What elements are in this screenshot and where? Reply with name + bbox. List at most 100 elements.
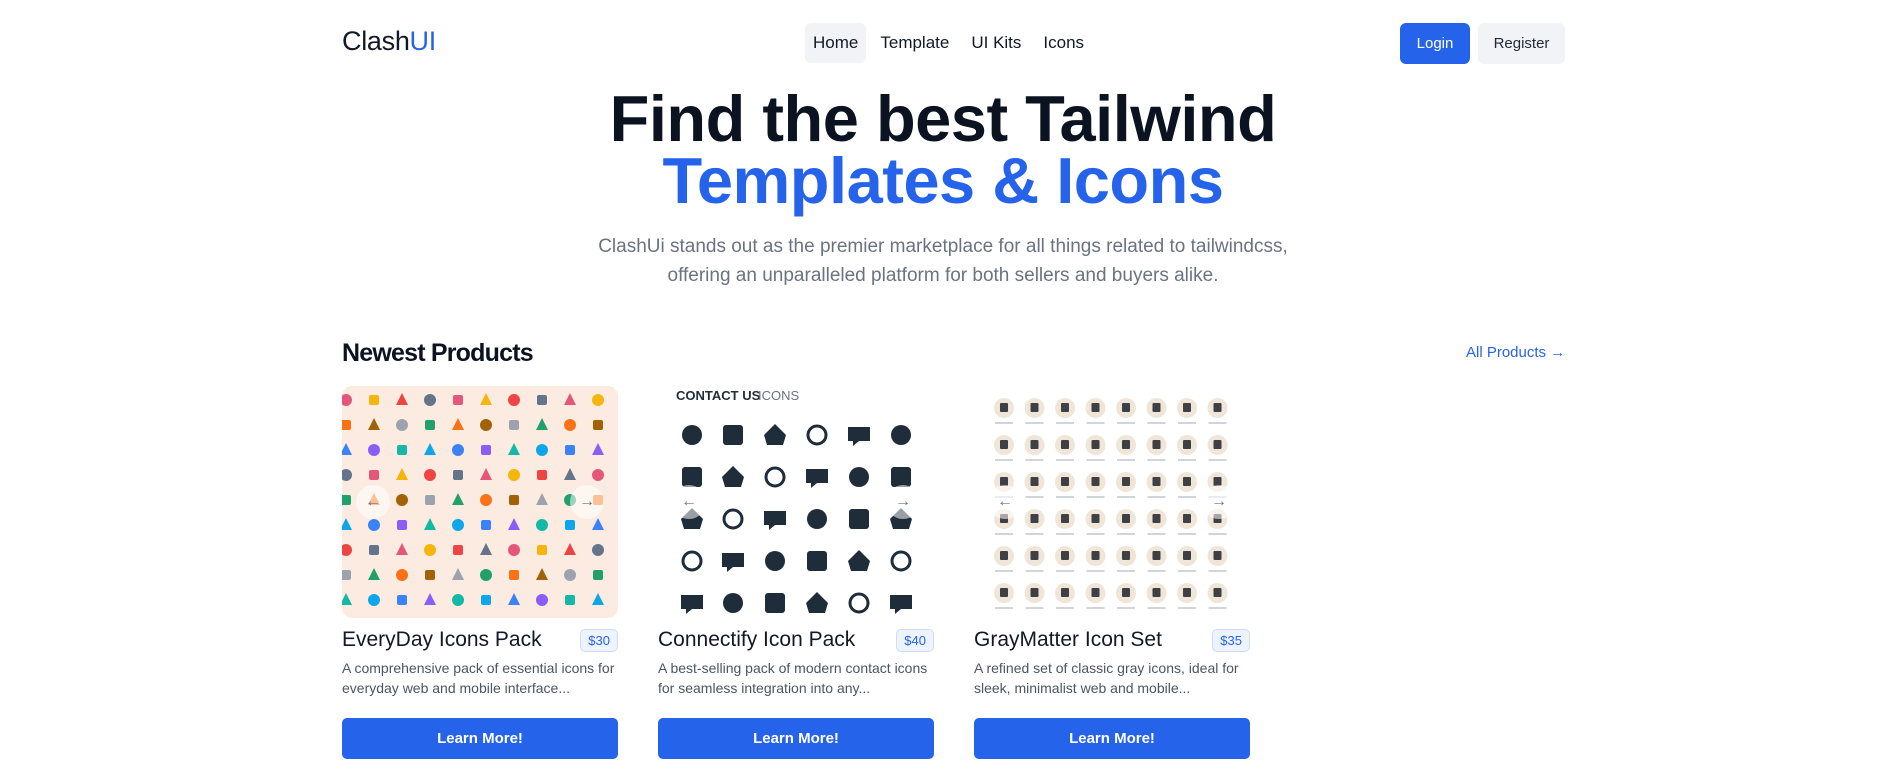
all-products-link[interactable]: All Products → xyxy=(1466,344,1565,361)
mini-icon xyxy=(424,469,436,481)
nav-home[interactable]: Home xyxy=(805,23,867,63)
arrow-right-icon: → xyxy=(1211,493,1227,510)
gray-icon-caption xyxy=(1147,496,1166,498)
mini-icon xyxy=(342,420,351,430)
product-name[interactable]: EveryDay Icons Pack xyxy=(342,628,542,652)
carousel-prev-button[interactable]: ← xyxy=(672,485,706,519)
gray-icon-glyph xyxy=(1030,403,1039,412)
product-thumbnail[interactable]: ← → xyxy=(342,386,618,618)
gray-icon-glyph xyxy=(1122,477,1130,486)
product-thumbnail[interactable]: CONTACT US ICONS ← → xyxy=(658,386,934,618)
carousel-prev-button[interactable]: ← xyxy=(988,485,1022,519)
mini-icon xyxy=(508,469,520,481)
arrow-right-icon: → xyxy=(895,493,911,510)
gray-icon-caption xyxy=(1208,422,1227,424)
learn-more-button[interactable]: Learn More! xyxy=(658,718,934,759)
nav-template[interactable]: Template xyxy=(872,23,957,63)
gray-icon-caption xyxy=(1208,607,1227,609)
register-button[interactable]: Register xyxy=(1478,23,1565,64)
gray-icon-glyph xyxy=(1152,514,1161,523)
product-thumbnail[interactable]: ← → xyxy=(974,386,1250,618)
gray-icon-caption xyxy=(1056,459,1074,461)
gray-icon-caption xyxy=(995,459,1013,461)
gray-icon-glyph xyxy=(1183,588,1191,597)
gray-icon-caption xyxy=(1025,422,1044,424)
mini-icon xyxy=(481,595,491,605)
gray-icon-caption xyxy=(1178,533,1196,535)
carousel-prev-button[interactable]: ← xyxy=(356,485,390,519)
learn-more-button[interactable]: Learn More! xyxy=(342,718,618,759)
carousel-next-button[interactable]: → xyxy=(570,485,604,519)
nav-ui-kits[interactable]: UI Kits xyxy=(963,23,1029,63)
mini-icon xyxy=(537,470,547,480)
mini-icon xyxy=(369,545,379,555)
carousel-next-button[interactable]: → xyxy=(886,485,920,519)
mini-icon xyxy=(480,419,492,431)
mini-icon xyxy=(368,519,380,531)
contact-icon xyxy=(849,467,869,487)
gray-icon-glyph xyxy=(1030,440,1039,449)
gray-icon-caption xyxy=(1147,533,1166,535)
learn-more-button[interactable]: Learn More! xyxy=(974,718,1250,759)
logo[interactable]: ClashUI xyxy=(342,26,436,57)
contact-icon xyxy=(765,593,785,613)
product-name[interactable]: Connectify Icon Pack xyxy=(658,628,855,652)
login-button[interactable]: Login xyxy=(1400,23,1470,64)
carousel-next-button[interactable]: → xyxy=(1202,485,1236,519)
mini-icon xyxy=(424,544,436,556)
gray-icon-glyph xyxy=(1122,514,1130,523)
arrow-right-icon: → xyxy=(579,493,595,510)
gray-icon-caption xyxy=(1147,422,1166,424)
product-description: A comprehensive pack of essential icons … xyxy=(342,660,615,696)
gray-icon-glyph xyxy=(1213,551,1222,560)
nav-icons[interactable]: Icons xyxy=(1035,23,1092,63)
main-nav: Home Template UI Kits Icons xyxy=(805,23,1092,63)
mini-icon xyxy=(396,494,408,506)
mini-icon xyxy=(480,569,492,581)
gray-icon-caption xyxy=(1147,570,1166,572)
contact-icon xyxy=(723,425,743,445)
gray-icon-caption xyxy=(995,607,1013,609)
mini-icon xyxy=(368,594,380,606)
gray-icon-glyph xyxy=(1061,514,1069,523)
hero: Find the best Tailwind Templates & Icons… xyxy=(0,86,1886,290)
gray-icon-caption xyxy=(1056,570,1074,572)
mini-icon xyxy=(397,520,407,530)
gray-icon-caption xyxy=(1056,533,1074,535)
mini-icon xyxy=(342,495,351,505)
gray-icon-glyph xyxy=(1091,440,1100,449)
mini-icon xyxy=(565,520,575,530)
gray-icon-glyph xyxy=(1213,403,1222,412)
contact-icon xyxy=(849,509,869,529)
contact-icon xyxy=(807,509,827,529)
gray-icon-caption xyxy=(1086,533,1105,535)
mini-icon xyxy=(564,419,576,431)
gray-icon-caption xyxy=(1117,533,1135,535)
mini-icon xyxy=(509,495,519,505)
gray-icon-caption xyxy=(1117,570,1135,572)
product-name[interactable]: GrayMatter Icon Set xyxy=(974,628,1162,652)
gray-icon-glyph xyxy=(1183,440,1191,449)
gray-icon-caption xyxy=(1086,496,1105,498)
mini-icon xyxy=(453,395,463,405)
section-title: Newest Products xyxy=(342,339,534,367)
mini-icon xyxy=(453,545,463,555)
gray-icon-caption xyxy=(1208,570,1227,572)
gray-icon-caption xyxy=(1147,459,1166,461)
gray-icon-glyph xyxy=(1000,588,1008,597)
gray-icon-glyph xyxy=(1183,477,1191,486)
contact-icon xyxy=(682,425,702,445)
gray-icon-glyph xyxy=(1183,551,1191,560)
gray-icon-caption xyxy=(995,533,1013,535)
mini-icon xyxy=(481,520,491,530)
gray-icon-glyph xyxy=(1061,551,1069,560)
price-badge: $35 xyxy=(1212,628,1250,652)
mini-icon xyxy=(509,420,519,430)
product-title-row: EveryDay Icons Pack $30 xyxy=(342,628,618,652)
gray-icon-glyph xyxy=(1122,440,1130,449)
gray-icon-caption xyxy=(1117,607,1135,609)
mini-icon xyxy=(593,420,603,430)
mini-icon xyxy=(397,595,407,605)
mini-icon xyxy=(565,445,575,455)
gray-icon-glyph xyxy=(1213,588,1222,597)
